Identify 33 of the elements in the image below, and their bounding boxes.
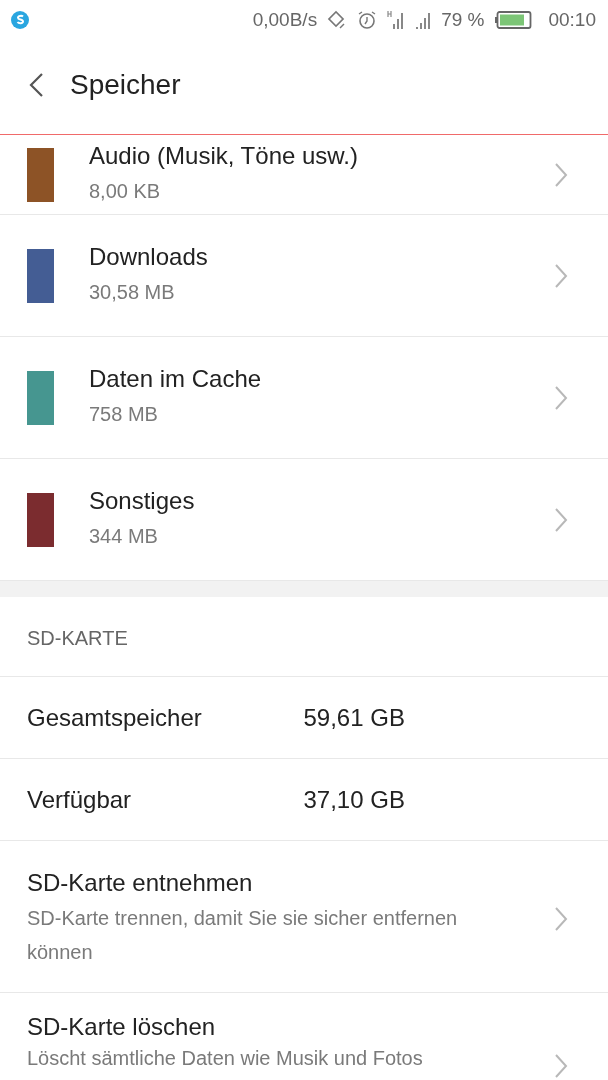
category-size: 344 MB — [89, 523, 159, 549]
chevron-right-icon[interactable] — [554, 384, 568, 411]
chat-app-icon — [10, 10, 30, 30]
battery-icon — [494, 11, 533, 29]
category-size: 30,58 MB — [89, 279, 176, 305]
alarm-icon — [357, 10, 378, 30]
chevron-right-icon[interactable] — [554, 262, 568, 289]
category-size: 8,00 KB — [89, 178, 162, 204]
category-name: Sonstiges — [89, 486, 196, 515]
chevron-right-icon[interactable] — [554, 161, 568, 188]
action-title: SD-Karte entnehmen — [27, 868, 254, 897]
network-speed: 0,00B/s — [252, 9, 318, 31]
signal-icon — [415, 10, 432, 30]
action-title: SD-Karte löschen — [27, 1013, 217, 1041]
chevron-right-icon[interactable] — [554, 1053, 568, 1079]
section-heading: SD-KARTE — [0, 597, 608, 677]
stat-label: Verfügbar — [27, 785, 133, 814]
stat-value: 59,61 GB — [303, 703, 406, 732]
chevron-right-icon[interactable] — [554, 506, 568, 533]
category-name: Downloads — [89, 242, 209, 271]
clock-time: 00:10 — [548, 9, 596, 31]
category-name: Audio (Musik, Töne usw.) — [89, 141, 359, 170]
signal-icon — [387, 10, 406, 30]
category-name: Daten im Cache — [89, 364, 263, 393]
battery-percent: 79 % — [441, 9, 485, 31]
action-description: Löscht sämtliche Daten wie Musik und Fotos — [27, 1046, 424, 1071]
page-title: Speicher — [70, 69, 181, 101]
category-size: 758 MB — [89, 401, 159, 427]
stat-label: Gesamtspeicher — [27, 703, 203, 732]
chevron-right-icon[interactable] — [554, 905, 568, 932]
back-icon[interactable] — [28, 72, 44, 98]
action-description: SD-Karte trennen, damit Sie sie sicher entfernen können — [27, 905, 459, 965]
stat-value: 37,10 GB — [303, 785, 406, 814]
